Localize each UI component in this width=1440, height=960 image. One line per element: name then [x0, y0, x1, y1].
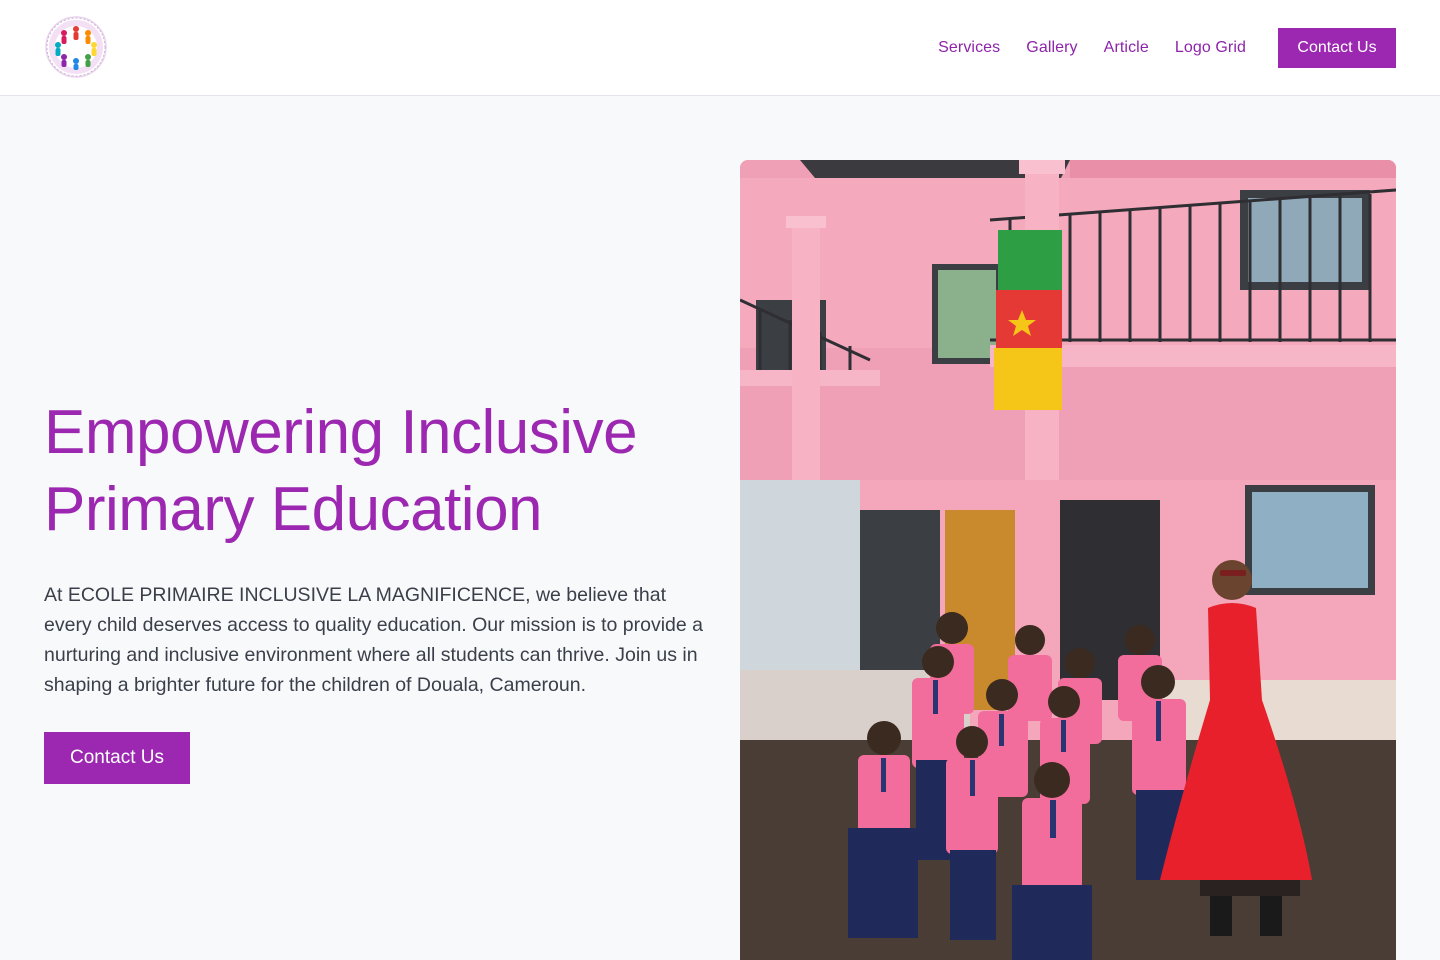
header-contact-button[interactable]: Contact Us — [1278, 28, 1396, 68]
nav-link-services[interactable]: Services — [938, 39, 1000, 57]
nav-link-logo-grid[interactable]: Logo Grid — [1175, 39, 1246, 57]
hero-description: At ECOLE PRIMAIRE INCLUSIVE LA MAGNIFICE… — [44, 584, 703, 696]
hero-title: Empowering Inclusive Primary Education — [44, 394, 724, 548]
nav-link-article[interactable]: Article — [1104, 39, 1149, 57]
school-building-illustration — [740, 160, 1396, 960]
main-nav: Services Gallery Article Logo Grid — [938, 0, 1246, 96]
hero-title-line-2: Primary Education — [44, 475, 543, 544]
site-header: Services Gallery Article Logo Grid Conta… — [0, 0, 1440, 96]
nav-link-gallery[interactable]: Gallery — [1026, 39, 1077, 57]
hero-contact-button[interactable]: Contact Us — [44, 732, 190, 784]
school-logo[interactable] — [44, 15, 108, 79]
school-photo — [740, 160, 1396, 960]
hero-title-line-1: Empowering Inclusive — [44, 398, 638, 467]
school-logo-icon — [45, 16, 107, 78]
